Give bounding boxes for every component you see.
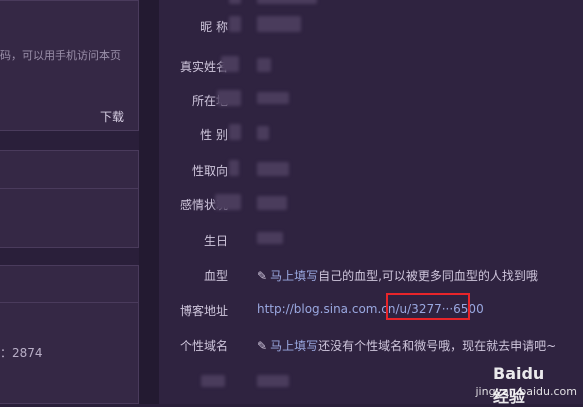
mobile-app-card: 码，可以用手机访问本页 下载 [0,0,139,131]
row-orientation: 性取向 [159,160,583,182]
left-column: 码，可以用手机访问本页 下载 ：2874 [0,0,139,404]
divider-line [0,188,138,189]
column-divider [139,0,159,404]
pencil-icon: ✎ [257,339,268,353]
label-nickname: 昵 称 [200,20,228,34]
highlight-box [386,293,470,320]
custom-domain-value: ✎ 马上填写还没有个性域名和微号哦，现在就去申请吧~ [257,337,556,354]
label-blood-type: 血型 [203,269,228,283]
watermark-url: jingyan.baidu.com [475,385,577,398]
baidu-logo: Baidu 经验 [493,364,545,406]
label-custom-domain: 个性域名 [179,339,228,353]
blurred-text [229,0,241,4]
row-blog-url: 博客地址 http://blog.sina.com.cn/u/3277···65… [159,302,583,322]
profile-panel: 昵 称 真实姓名 所在地 性 别 性取向 感情状况 生日 血型 ✎ 马上填写自己… [159,0,583,404]
blurred-text [217,90,241,106]
divider-line [0,302,138,303]
row-blood-type: 血型 ✎ 马上填写自己的血型,可以被更多同血型的人找到哦 [159,267,583,287]
blurred-text [215,194,241,210]
blurred-text [257,0,317,4]
blurred-value [257,375,289,387]
row-nickname: 昵 称 [159,16,583,38]
row-birthday: 生日 [159,232,583,252]
custom-domain-hint: 还没有个性域名和微号哦，现在就去申请吧~ [318,339,557,353]
left-card-middle [0,150,139,248]
blurred-text [221,56,239,72]
blurred-value [257,232,283,244]
mobile-app-description: 码，可以用手机访问本页 [0,49,121,62]
label-orientation: 性取向 [191,164,228,178]
blurred-value [257,58,271,72]
blood-type-value: ✎ 马上填写自己的血型,可以被更多同血型的人找到哦 [257,267,538,284]
label-birthday: 生日 [203,234,228,248]
label-blog-url: 博客地址 [179,304,228,318]
row-gender: 性 别 [159,124,583,146]
blurred-value [257,162,289,176]
blurred-value [257,196,287,210]
blurred-value [257,126,269,140]
blurred-value [257,16,301,32]
blood-type-hint: 自己的血型,可以被更多同血型的人找到哦 [318,269,538,283]
left-card-stats: ：2874 [0,265,139,404]
blurred-text [229,16,241,32]
fill-in-link[interactable]: 马上填写 [270,269,318,283]
row-custom-domain: 个性域名 ✎ 马上填写还没有个性域名和微号哦，现在就去申请吧~ [159,337,583,357]
blurred-text [229,124,241,140]
blurred-text [229,160,239,176]
row-location: 所在地 [159,90,583,112]
blurred-text [201,375,225,387]
download-link[interactable]: 下载 [100,108,124,125]
blurred-value [257,92,289,104]
row-relationship: 感情状况 [159,194,583,216]
pencil-icon: ✎ [257,269,268,283]
label-gender: 性 别 [200,128,228,142]
row-real-name: 真实姓名 [159,56,583,78]
stat-count: ：2874 [0,346,43,360]
fill-in-link[interactable]: 马上填写 [270,339,318,353]
